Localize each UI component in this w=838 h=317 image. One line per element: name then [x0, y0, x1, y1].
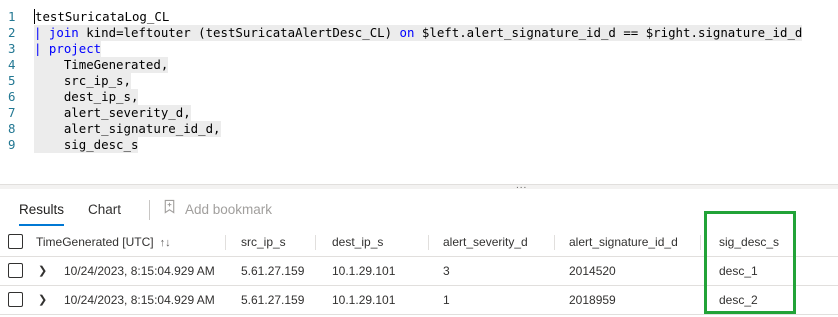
code-line[interactable]: 7 alert_severity_d, [0, 105, 838, 121]
code-text: sig_desc_s [34, 137, 139, 153]
select-all-checkbox[interactable] [8, 234, 23, 249]
cell-dest-ip: 10.1.29.101 [332, 264, 396, 278]
add-bookmark-label: Add bookmark [185, 202, 273, 217]
table-row[interactable]: ❯ 10/24/2023, 8:15:04.929 AM 5.61.27.159… [0, 257, 838, 286]
code-text: alert_signature_id_d, [34, 121, 221, 137]
line-number: 6 [8, 89, 16, 104]
tab-results[interactable]: Results [19, 196, 65, 226]
query-editor[interactable]: 1 testSuricataLog_CL 2 | join kind=leftoute… [0, 0, 838, 184]
code-token: | [34, 25, 49, 40]
code-token: | [34, 41, 49, 56]
chevron-right-icon[interactable]: ❯ [38, 286, 47, 314]
cell-alert-signature-id: 2018959 [569, 293, 616, 307]
code-text: | join kind=leftouter (testSuricataAlert… [34, 25, 803, 41]
column-header-sig-desc[interactable]: sig_desc_s [719, 228, 779, 256]
line-number: 5 [8, 73, 16, 88]
line-number: 7 [8, 105, 16, 120]
cell-dest-ip: 10.1.29.101 [332, 293, 396, 307]
cell-sig-desc: desc_1 [719, 264, 758, 278]
code-line[interactable]: 8 alert_signature_id_d, [0, 121, 838, 137]
splitter-grip-icon[interactable]: ... [516, 180, 527, 191]
row-checkbox[interactable] [8, 292, 23, 307]
cell-sig-desc: desc_2 [719, 293, 758, 307]
code-line[interactable]: 3 | project [0, 41, 838, 57]
tab-chart[interactable]: Chart [88, 196, 121, 224]
code-token: src_ip_s, [34, 73, 131, 88]
code-token: dest_ip_s, [34, 89, 139, 104]
line-number: 4 [8, 57, 16, 72]
column-header-alert-signature-id[interactable]: alert_signature_id_d [569, 228, 678, 256]
code-token: testSuricataLog_CL [35, 9, 170, 24]
cell-alert-severity: 1 [443, 293, 450, 307]
code-text: dest_ip_s, [34, 89, 139, 105]
column-header-src-ip[interactable]: src_ip_s [241, 228, 286, 256]
line-number: 8 [8, 121, 16, 136]
column-divider[interactable] [700, 235, 701, 250]
code-token: sig_desc_s [34, 137, 139, 152]
cell-src-ip: 5.61.27.159 [241, 293, 305, 307]
code-line[interactable]: 6 dest_ip_s, [0, 89, 838, 105]
cell-timegenerated: 10/24/2023, 8:15:04.929 AM [64, 264, 215, 278]
code-token: $left.alert_signature_id_d == $right.sig… [414, 25, 803, 40]
table-header-row: TimeGenerated [UTC] ↑↓ src_ip_s dest_ip_s… [0, 228, 838, 257]
sort-arrows-icon[interactable]: ↑↓ [160, 229, 171, 257]
code-token: project [48, 41, 102, 56]
cell-timegenerated: 10/24/2023, 8:15:04.929 AM [64, 293, 215, 307]
code-token: alert_signature_id_d, [34, 121, 221, 136]
cell-alert-severity: 3 [443, 264, 450, 278]
results-grid: TimeGenerated [UTC] ↑↓ src_ip_s dest_ip_s… [0, 228, 838, 315]
code-text: testSuricataLog_CL [34, 9, 169, 25]
code-text: | project [34, 41, 102, 57]
code-line[interactable]: 1 testSuricataLog_CL [0, 9, 838, 25]
tab-divider [149, 200, 150, 220]
code-token: alert_severity_d, [34, 105, 191, 120]
column-header-alert-severity[interactable]: alert_severity_d [443, 228, 528, 256]
code-line[interactable]: 9 sig_desc_s [0, 137, 838, 153]
bookmark-icon [162, 196, 177, 224]
column-header-label: TimeGenerated [UTC] [36, 235, 154, 249]
code-line[interactable]: 5 src_ip_s, [0, 73, 838, 89]
table-row[interactable]: ❯ 10/24/2023, 8:15:04.929 AM 5.61.27.159… [0, 286, 838, 315]
code-token: join [48, 25, 79, 40]
cell-alert-signature-id: 2014520 [569, 264, 616, 278]
column-header-dest-ip[interactable]: dest_ip_s [332, 228, 383, 256]
code-line[interactable]: 4 TimeGenerated, [0, 57, 838, 73]
line-number: 1 [8, 9, 16, 24]
code-token: kind=leftouter (testSuricataAlertDesc_CL… [78, 25, 400, 40]
code-text: alert_severity_d, [34, 105, 191, 121]
line-number: 2 [8, 25, 16, 40]
column-divider[interactable] [428, 235, 429, 250]
column-header-timegenerated[interactable]: TimeGenerated [UTC] ↑↓ [36, 228, 171, 256]
code-token: on [399, 25, 415, 40]
column-divider[interactable] [225, 235, 226, 250]
row-checkbox[interactable] [8, 263, 23, 278]
results-tabbar: Results Chart Add bookmark [0, 196, 838, 226]
chevron-right-icon[interactable]: ❯ [38, 257, 47, 285]
column-divider[interactable] [315, 235, 316, 250]
column-divider[interactable] [554, 235, 555, 250]
line-number: 9 [8, 137, 16, 152]
pane-splitter[interactable] [0, 184, 838, 189]
cell-src-ip: 5.61.27.159 [241, 264, 305, 278]
code-text: src_ip_s, [34, 73, 131, 89]
code-text: TimeGenerated, [34, 57, 169, 73]
code-line[interactable]: 2 | join kind=leftouter (testSuricataAler… [0, 25, 838, 41]
line-number: 3 [8, 41, 16, 56]
add-bookmark-button[interactable]: Add bookmark [162, 196, 272, 224]
code-token: TimeGenerated, [34, 57, 169, 72]
